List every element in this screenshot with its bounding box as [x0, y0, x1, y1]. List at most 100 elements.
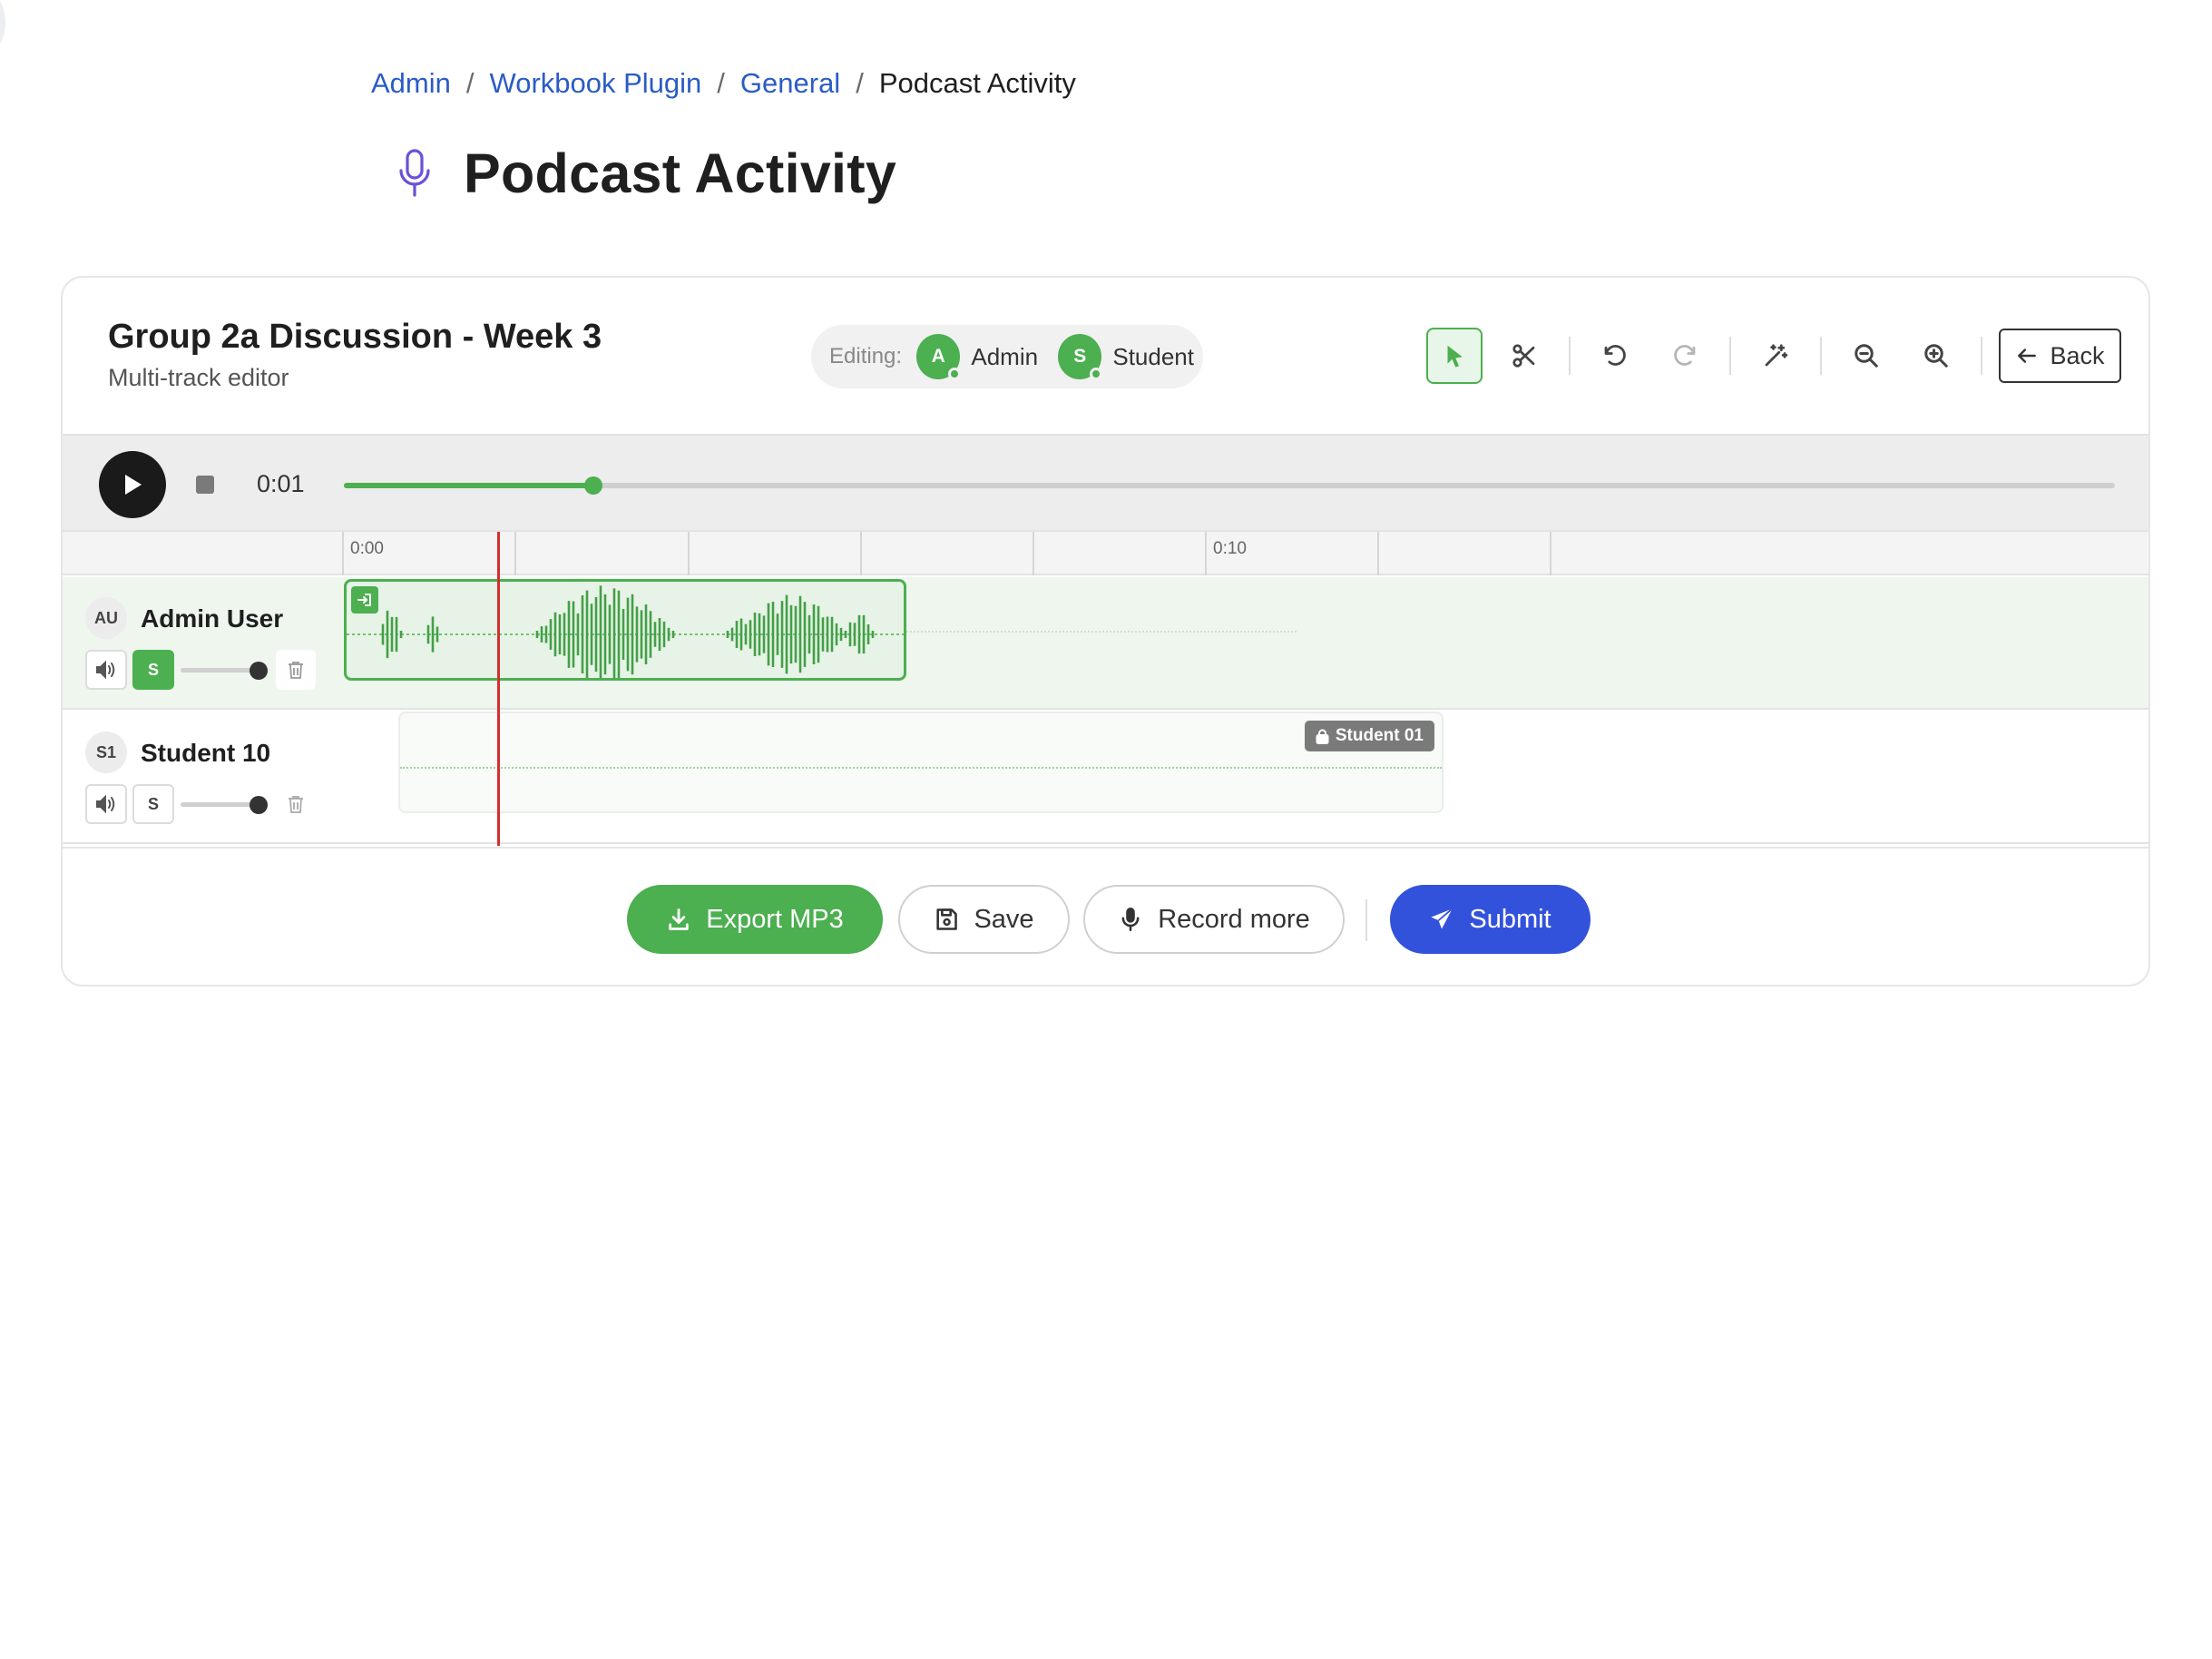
- play-button[interactable]: [99, 451, 166, 518]
- ruler-tick: [342, 532, 344, 575]
- corner-decoration: [0, 0, 5, 54]
- zoom-out-button[interactable]: [1838, 328, 1894, 384]
- track-controls: S1 Student 10 S: [63, 712, 342, 844]
- editor-initial: S: [1073, 346, 1087, 367]
- speaker-icon: [96, 794, 115, 814]
- submit-button[interactable]: Submit: [1390, 885, 1590, 954]
- volume-handle[interactable]: [250, 796, 268, 814]
- editor-avatar: S: [1058, 334, 1103, 380]
- breadcrumb-current: Podcast Activity: [878, 67, 1076, 99]
- trash-icon: [289, 662, 303, 679]
- enhance-button[interactable]: [1747, 328, 1804, 384]
- ruler-tick: [514, 532, 516, 575]
- breadcrumb-link-workbook-plugin[interactable]: Workbook Plugin: [490, 67, 702, 100]
- progress-handle[interactable]: [584, 476, 603, 495]
- back-button[interactable]: Back: [1999, 329, 2121, 383]
- magic-wand-icon: [1765, 344, 1788, 367]
- record-more-button[interactable]: Record more: [1083, 885, 1345, 954]
- track-row: AU Admin User S: [63, 577, 2148, 710]
- volume-slider[interactable]: [181, 662, 268, 680]
- editor-avatar: A: [916, 334, 962, 380]
- editing-label: Editing:: [829, 344, 903, 368]
- progress-bar[interactable]: [344, 476, 2115, 495]
- speaker-icon: [96, 660, 115, 680]
- breadcrumb-separator: /: [856, 67, 864, 99]
- solo-button[interactable]: S: [132, 784, 174, 824]
- online-indicator: [948, 368, 962, 380]
- ruler-tick: [1377, 532, 1379, 575]
- back-label: Back: [2050, 341, 2105, 369]
- floppy-disk-icon: [936, 908, 958, 930]
- ruler-label: 0:00: [350, 539, 384, 558]
- cut-tool-button[interactable]: [1496, 328, 1552, 384]
- breadcrumb-link-admin[interactable]: Admin: [371, 67, 451, 100]
- online-indicator: [1090, 368, 1103, 380]
- ruler-tick: [688, 532, 690, 575]
- record-label: Record more: [1158, 904, 1310, 934]
- trash-icon: [289, 796, 303, 813]
- save-label: Save: [974, 904, 1034, 934]
- scissors-icon: [1512, 344, 1535, 368]
- audio-clip[interactable]: [344, 579, 906, 681]
- project-title: Group 2a Discussion - Week 3: [108, 318, 602, 356]
- breadcrumb-separator: /: [465, 67, 475, 99]
- time-readout: 0:01: [257, 470, 305, 497]
- clip-extension-guide: [906, 631, 1297, 633]
- breadcrumb-separator: /: [717, 67, 725, 99]
- ruler-tick: [1550, 532, 1551, 575]
- zoom-out-icon: [1855, 344, 1878, 368]
- delete-track-button[interactable]: [276, 784, 316, 824]
- clip-owner-badge: Student 01: [1304, 721, 1434, 751]
- track-avatar: AU: [85, 597, 127, 639]
- editor-toolbar: Back: [1426, 328, 2121, 384]
- export-mp3-button[interactable]: Export MP3: [627, 885, 883, 954]
- redo-icon: [1674, 345, 1696, 366]
- track-row: S1 Student 10 S Student 01: [63, 712, 2148, 844]
- empty-waveform: [400, 767, 1442, 769]
- stop-button[interactable]: [196, 476, 214, 494]
- ruler-tick: [1033, 532, 1034, 575]
- zoom-in-button[interactable]: [1908, 328, 1964, 384]
- download-icon: [669, 908, 689, 930]
- play-icon: [125, 475, 142, 495]
- delete-track-button[interactable]: [276, 650, 316, 690]
- breadcrumb-link-general[interactable]: General: [740, 67, 840, 100]
- select-cursor-icon: [1447, 345, 1463, 368]
- arrow-left-icon: [2018, 348, 2037, 363]
- clip-import-icon[interactable]: [351, 586, 378, 614]
- ruler-tick: [1205, 532, 1207, 575]
- volume-handle[interactable]: [250, 662, 268, 680]
- mute-button[interactable]: [85, 784, 127, 824]
- editor-name: Admin: [971, 342, 1039, 370]
- page-header: Podcast Activity: [396, 142, 896, 205]
- project-subtitle: Multi-track editor: [108, 364, 289, 391]
- microphone-icon: [399, 149, 430, 197]
- lock-icon: [1316, 729, 1329, 744]
- toolbar-divider: [1981, 337, 1982, 375]
- track-controls: AU Admin User S: [63, 577, 342, 710]
- undo-icon: [1604, 345, 1626, 366]
- track-name: Admin User: [141, 604, 284, 633]
- locked-audio-clip: Student 01: [398, 712, 1444, 813]
- save-button[interactable]: Save: [898, 885, 1070, 954]
- editing-presence: Editing: A Admin S Student: [811, 325, 1203, 388]
- volume-slider[interactable]: [181, 796, 268, 814]
- transport-bar: 0:01: [63, 434, 2148, 532]
- mute-button[interactable]: [85, 650, 127, 690]
- undo-button[interactable]: [1587, 328, 1643, 384]
- editor-footer: Export MP3 Save Record more Submit: [63, 847, 2148, 985]
- track-avatar: S1: [85, 731, 127, 773]
- editor-name: Student: [1112, 342, 1194, 370]
- playhead[interactable]: [497, 532, 500, 846]
- ruler-label: 0:10: [1213, 539, 1247, 558]
- microphone-icon: [1121, 908, 1140, 931]
- solo-button[interactable]: S: [132, 650, 174, 690]
- export-label: Export MP3: [706, 904, 844, 934]
- toolbar-divider: [1820, 337, 1822, 375]
- select-tool-button[interactable]: [1426, 328, 1483, 384]
- submit-label: Submit: [1469, 904, 1551, 934]
- timeline-ruler: 0:00 0:10: [63, 532, 2148, 575]
- paper-plane-icon: [1431, 908, 1453, 929]
- redo-button[interactable]: [1657, 328, 1713, 384]
- editor-initial: A: [931, 346, 945, 367]
